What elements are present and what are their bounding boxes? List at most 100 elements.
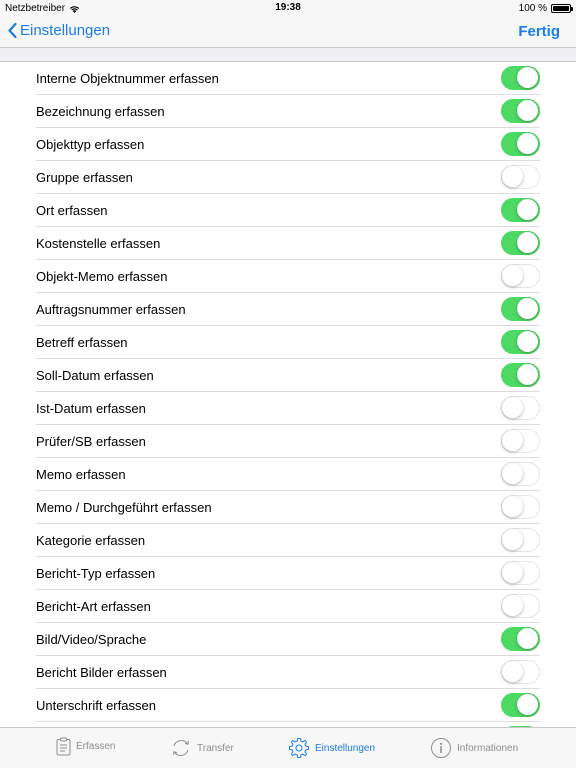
toggle-knob	[517, 199, 538, 220]
settings-row-label: Prüfer/SB erfassen	[36, 434, 146, 449]
settings-row-label: Memo erfassen	[36, 467, 126, 482]
settings-row-label: Soll-Datum erfassen	[36, 368, 154, 383]
toggle-knob	[517, 232, 538, 253]
toggle-knob	[517, 331, 538, 352]
toggle-knob	[502, 166, 523, 187]
toggle-knob	[517, 364, 538, 385]
clipboard-icon	[56, 737, 71, 756]
settings-row: Bezeichnung erfassen	[0, 95, 576, 128]
toggle-knob	[502, 430, 523, 451]
toggle-knob	[517, 67, 538, 88]
done-button[interactable]: Fertig	[518, 23, 560, 40]
settings-row: Bericht Bilder erfassen	[0, 656, 576, 689]
tab-einstellungen[interactable]: Einstellungen	[288, 737, 375, 759]
clock: 19:38	[275, 2, 301, 13]
toggle-switch[interactable]	[501, 330, 540, 354]
settings-list: Interne Objektnummer erfassen Bezeichnung…	[0, 61, 576, 727]
settings-row: Interne Objektnummer erfassen	[0, 62, 576, 95]
toggle-switch[interactable]	[501, 66, 540, 90]
toggle-switch[interactable]	[501, 495, 540, 519]
navigation-bar: Einstellungen Fertig	[0, 16, 576, 48]
toggle-switch[interactable]	[501, 627, 540, 651]
settings-row: Kategorie erfassen	[0, 524, 576, 557]
settings-row-label: Objekt-Memo erfassen	[36, 269, 168, 284]
status-bar: Netzbetreiber 19:38 100 %	[0, 0, 576, 16]
settings-row: Objekt-Memo erfassen	[0, 260, 576, 293]
settings-row: Soll-Datum erfassen	[0, 359, 576, 392]
tab-label: Informationen	[457, 742, 519, 754]
settings-row: Bild/Video/Sprache	[0, 623, 576, 656]
settings-row-label: Interne Objektnummer erfassen	[36, 71, 219, 86]
toggle-switch[interactable]	[501, 528, 540, 552]
settings-row-label: Bericht-Typ erfassen	[36, 566, 156, 581]
toggle-knob	[502, 265, 523, 286]
gear-icon	[289, 738, 309, 758]
toggle-switch[interactable]	[501, 231, 540, 255]
settings-row-label: Ort erfassen	[36, 203, 108, 218]
toggle-switch[interactable]	[501, 132, 540, 156]
tab-erfassen[interactable]: Erfassen	[56, 737, 115, 756]
settings-row-label: Objekttyp erfassen	[36, 137, 145, 152]
toggle-knob	[517, 298, 538, 319]
settings-row: Ort erfassen	[0, 194, 576, 227]
tab-label: Transfer	[197, 742, 234, 754]
toggle-switch[interactable]	[501, 198, 540, 222]
toggle-switch[interactable]	[501, 594, 540, 618]
settings-row: Objekttyp erfassen	[0, 128, 576, 161]
info-icon	[431, 738, 451, 758]
settings-row: Gruppe erfassen	[0, 161, 576, 194]
toggle-switch[interactable]	[501, 165, 540, 189]
back-button[interactable]: Einstellungen	[8, 22, 110, 39]
tab-transfer[interactable]: Transfer	[170, 737, 234, 759]
toggle-knob	[502, 562, 523, 583]
settings-row-label: Bild/Video/Sprache	[36, 632, 147, 647]
settings-row: Ist-Datum erfassen	[0, 392, 576, 425]
settings-row-label: Kostenstelle erfassen	[36, 236, 161, 251]
toggle-knob	[502, 595, 523, 616]
toggle-switch[interactable]	[501, 297, 540, 321]
toggle-switch[interactable]	[501, 561, 540, 585]
toggle-knob	[517, 133, 538, 154]
battery-percent: 100 %	[518, 3, 547, 14]
toggle-knob	[502, 661, 523, 682]
toggle-switch[interactable]	[501, 363, 540, 387]
toggle-switch[interactable]	[501, 396, 540, 420]
tab-informationen[interactable]: Informationen	[430, 737, 518, 759]
toggle-knob	[502, 496, 523, 517]
settings-row-label: Bezeichnung erfassen	[36, 104, 165, 119]
settings-row-label: Memo / Durchgeführt erfassen	[36, 500, 212, 515]
tab-label: Erfassen	[76, 741, 116, 752]
settings-row: Memo / Durchgeführt erfassen	[0, 491, 576, 524]
sync-icon	[173, 740, 189, 756]
settings-row: Betreff erfassen	[0, 326, 576, 359]
chevron-left-icon	[8, 23, 17, 38]
settings-row-label: Auftragsnummer erfassen	[36, 302, 186, 317]
settings-scroll-view[interactable]: Interne Objektnummer erfassen Bezeichnung…	[0, 49, 576, 727]
battery-group: 100 %	[518, 3, 573, 14]
settings-row: Bericht-Typ erfassen	[0, 557, 576, 590]
settings-row-label: Unterschrift erfassen	[36, 698, 156, 713]
settings-row-label: Kategorie erfassen	[36, 533, 146, 548]
toggle-switch[interactable]	[501, 99, 540, 123]
toggle-knob	[517, 628, 538, 649]
battery-icon	[551, 4, 573, 13]
settings-row: Auftragsnummer erfassen	[0, 293, 576, 326]
settings-row-label: Bericht Bilder erfassen	[36, 665, 167, 680]
toggle-switch[interactable]	[501, 693, 540, 717]
toggle-switch[interactable]	[501, 429, 540, 453]
toggle-knob	[502, 463, 523, 484]
toggle-knob	[517, 694, 538, 715]
tab-bar: Erfassen Transfer Einstellungen Informat…	[0, 727, 576, 768]
toggle-knob	[517, 100, 538, 121]
toggle-knob	[502, 397, 523, 418]
toggle-switch[interactable]	[501, 462, 540, 486]
settings-row: Unterschrift erfassen	[0, 689, 576, 722]
settings-row-label: Betreff erfassen	[36, 335, 128, 350]
tab-label: Einstellungen	[315, 742, 376, 754]
settings-row: Memo erfassen	[0, 458, 576, 491]
settings-row-label: Gruppe erfassen	[36, 170, 133, 185]
toggle-switch[interactable]	[501, 660, 540, 684]
toggle-switch[interactable]	[501, 264, 540, 288]
settings-row: Prüfer/SB erfassen	[0, 425, 576, 458]
settings-row: Bericht-Art erfassen	[0, 590, 576, 623]
